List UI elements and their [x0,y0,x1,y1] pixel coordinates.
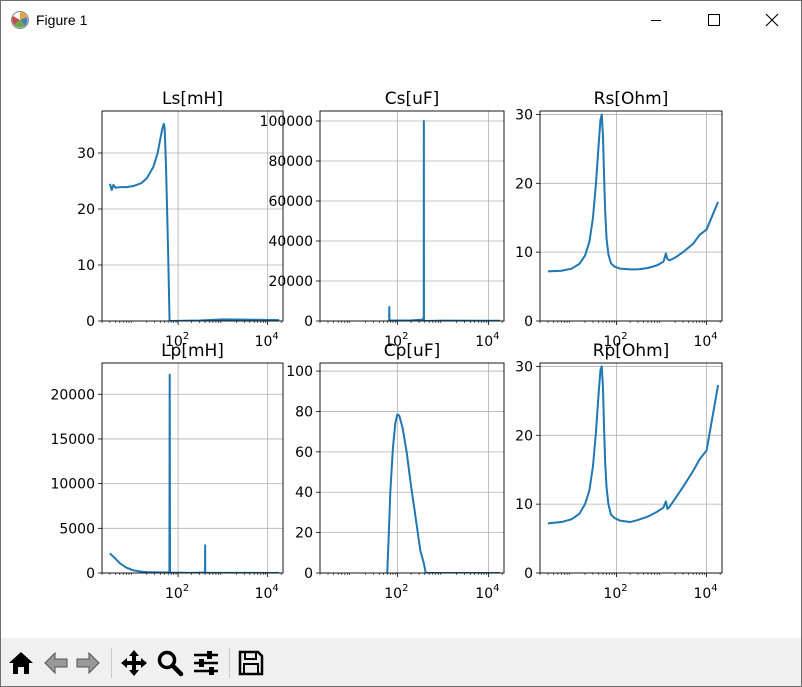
y-tick-label: 0 [304,566,313,582]
x-tick-label: 104 [693,331,717,350]
subplots-button[interactable] [191,648,221,678]
y-tick-label: 20 [515,176,533,192]
y-tick-label: 0 [304,314,313,330]
y-tick-label: 20000 [50,387,95,403]
subplot-lp-mh: 0 5000 10000 15000 20000 102 104 Lp[mH] [50,341,284,602]
y-tick-label: 20 [295,526,313,542]
pan-icon [121,650,147,676]
subplot-title: Lp[mH] [161,341,224,361]
window-title: Figure 1 [36,12,88,28]
y-tick-label: 80000 [268,154,313,170]
subplot-title: Rp[Ohm] [593,341,670,361]
x-tick-label: 104 [475,583,499,602]
subplot-cs-uf: 020000400006000080000100000102 104Cs[uF] [260,89,505,350]
y-tick-label: 15000 [50,432,95,448]
y-tick-label: 80 [295,404,313,420]
sliders-icon [194,651,218,675]
y-tick-label: 10 [515,245,533,261]
title-bar[interactable]: Figure 1 [1,1,801,39]
y-tick-label: 20 [77,202,95,218]
forward-arrow-icon [76,651,100,675]
toolbar-separator [229,648,230,678]
y-tick-label: 40000 [268,234,313,250]
axes-background [320,363,504,573]
navigation-toolbar [1,638,801,686]
subplot-title: Cs[uF] [385,89,440,109]
y-tick-label: 10000 [50,477,95,493]
subplot-cp-uf: 0 20 40 60 80 100 102 104 Cp[uF] [286,341,505,602]
y-tick-label: 100000 [260,114,313,130]
subplot-ls-mh: 0102030102 104Ls[mH] [77,89,284,350]
maximize-button[interactable] [685,1,743,39]
x-tick-label: 102 [165,583,189,602]
figure-window: Figure 1 0 10 20 30 102 104 Ls[mH] 0 20000 40000 6… [0,0,802,687]
x-tick-label: 104 [255,331,279,350]
y-tick-label: 30 [515,359,533,375]
y-tick-label: 100 [286,364,313,380]
close-button[interactable] [743,1,801,39]
y-tick-label: 5000 [59,521,95,537]
x-tick-label: 104 [255,583,279,602]
x-tick-label: 104 [693,583,717,602]
axes-background [320,111,504,321]
y-tick-label: 60000 [268,194,313,210]
pan-button[interactable] [119,648,149,678]
y-tick-label: 20 [515,428,533,444]
figure-canvas[interactable]: 0102030102 104Ls[mH]020000400006000080000… [1,39,801,638]
y-tick-label: 30 [515,107,533,123]
y-tick-label: 60 [295,445,313,461]
x-tick-label: 102 [384,583,408,602]
y-tick-label: 30 [77,146,95,162]
subplot-title: Cp[uF] [384,341,440,361]
app-icon [10,10,30,30]
home-icon [9,652,33,674]
minimize-button[interactable] [627,1,685,39]
save-button[interactable] [236,648,266,678]
back-button[interactable] [41,648,71,678]
axes-background [540,111,722,321]
subplot-title: Rs[Ohm] [594,89,669,109]
toolbar-separator [111,648,112,678]
close-icon [765,13,779,27]
y-tick-label: 0 [86,314,95,330]
y-tick-label: 40 [295,485,313,501]
x-tick-label: 104 [475,331,499,350]
y-tick-label: 20000 [268,274,313,290]
y-tick-label: 0 [86,566,95,582]
save-icon [238,650,264,676]
subplot-title: Ls[mH] [162,89,223,109]
minimize-icon [651,20,661,21]
home-button[interactable] [6,648,36,678]
zoom-button[interactable] [155,648,185,678]
subplot-rp-ohm: 0 10 20 30 102 104 Rp[Ohm] [515,341,723,602]
zoom-icon [157,650,184,677]
axes-background [102,111,283,321]
x-tick-label: 102 [603,583,627,602]
y-tick-label: 10 [515,497,533,513]
back-arrow-icon [44,651,68,675]
y-tick-label: 0 [524,314,533,330]
subplot-rs-ohm: 0102030102 104Rs[Ohm] [515,89,723,350]
y-tick-label: 0 [524,566,533,582]
y-tick-label: 10 [77,258,95,274]
maximize-icon [708,14,720,26]
forward-button[interactable] [73,648,103,678]
